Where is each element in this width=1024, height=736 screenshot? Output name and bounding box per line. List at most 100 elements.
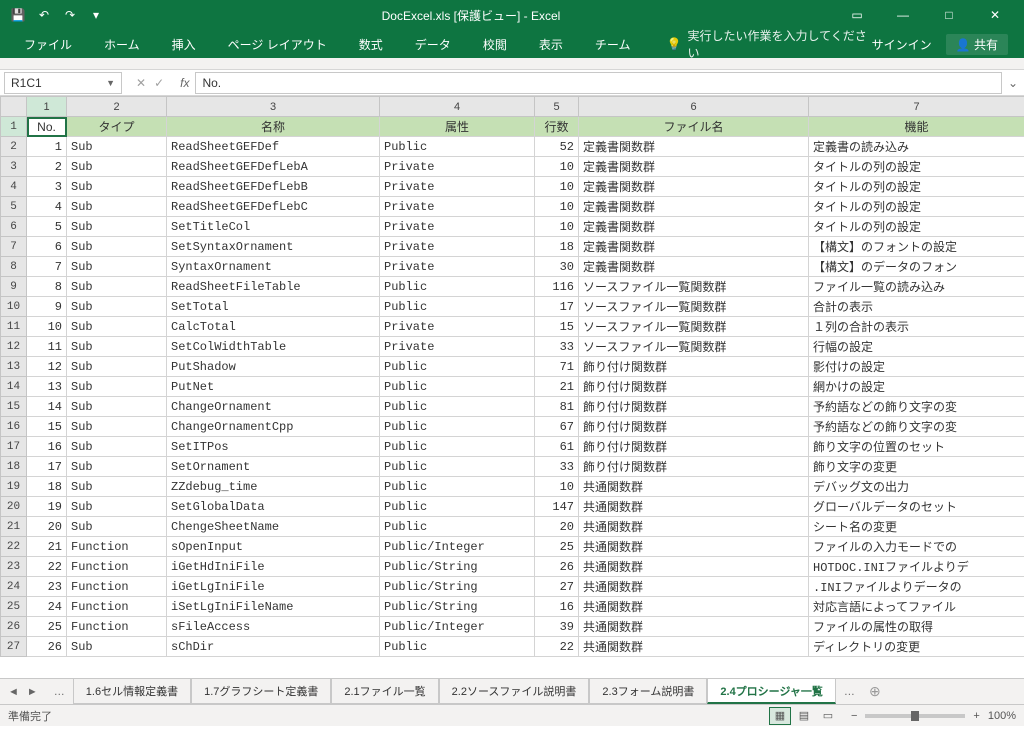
cell[interactable]: Function	[67, 617, 167, 637]
cell[interactable]: 定義書関数群	[579, 237, 809, 257]
cell[interactable]: SetTitleCol	[167, 217, 380, 237]
cell[interactable]: Sub	[67, 157, 167, 177]
cell[interactable]: ソースファイル一覧関数群	[579, 337, 809, 357]
cell[interactable]: 25	[27, 617, 67, 637]
cell[interactable]: タイトルの列の設定	[809, 157, 1024, 177]
cell[interactable]: 【構文】のデータのフォン	[809, 257, 1024, 277]
cell[interactable]: Sub	[67, 257, 167, 277]
view-pagelayout-icon[interactable]: ▤	[793, 707, 815, 725]
cell[interactable]: 影付けの設定	[809, 357, 1024, 377]
ribbon-tab-7[interactable]: 表示	[523, 30, 579, 58]
col-header-3[interactable]: 3	[167, 97, 380, 117]
row-header[interactable]: 3	[1, 157, 27, 177]
cell[interactable]: 定義書関数群	[579, 197, 809, 217]
cancel-formula-icon[interactable]: ✕	[136, 76, 146, 90]
cell[interactable]: Public	[380, 457, 535, 477]
cell[interactable]: ReadSheetGEFDefLebB	[167, 177, 380, 197]
cell[interactable]: タイトルの列の設定	[809, 177, 1024, 197]
cell[interactable]: Sub	[67, 517, 167, 537]
cell[interactable]: 10	[535, 157, 579, 177]
maximize-icon[interactable]: □	[926, 0, 972, 30]
cell[interactable]: SetITPos	[167, 437, 380, 457]
cell[interactable]: ChangeOrnament	[167, 397, 380, 417]
cell[interactable]: 13	[27, 377, 67, 397]
cell[interactable]: 定義書関数群	[579, 157, 809, 177]
cell[interactable]: 網かけの設定	[809, 377, 1024, 397]
row-header[interactable]: 6	[1, 217, 27, 237]
cell[interactable]: 10	[535, 197, 579, 217]
cell[interactable]: Function	[67, 557, 167, 577]
view-normal-icon[interactable]: ▦	[769, 707, 791, 725]
cell[interactable]: Private	[380, 157, 535, 177]
tell-me-box[interactable]: 💡 実行したい作業を入力してください	[646, 27, 871, 61]
cell[interactable]: Private	[380, 337, 535, 357]
cell[interactable]: ZZdebug_time	[167, 477, 380, 497]
cell[interactable]: 22	[535, 637, 579, 657]
cell[interactable]: Public/String	[380, 557, 535, 577]
cell[interactable]: シート名の変更	[809, 517, 1024, 537]
cell[interactable]: Public/Integer	[380, 537, 535, 557]
cell[interactable]: ファイルの属性の取得	[809, 617, 1024, 637]
cell[interactable]: 1	[27, 137, 67, 157]
ribbon-tab-5[interactable]: データ	[399, 30, 467, 58]
cell[interactable]: 23	[27, 577, 67, 597]
cell[interactable]: 61	[535, 437, 579, 457]
cell[interactable]: Public/String	[380, 577, 535, 597]
cell[interactable]: Public	[380, 277, 535, 297]
cell[interactable]: 9	[27, 297, 67, 317]
row-header[interactable]: 12	[1, 337, 27, 357]
cell[interactable]: Sub	[67, 277, 167, 297]
row-header[interactable]: 23	[1, 557, 27, 577]
cell[interactable]: ChengeSheetName	[167, 517, 380, 537]
cell[interactable]: sFileAccess	[167, 617, 380, 637]
cell[interactable]: SetOrnament	[167, 457, 380, 477]
cell[interactable]: 共通関数群	[579, 597, 809, 617]
cell[interactable]: Public	[380, 137, 535, 157]
cell[interactable]: 8	[27, 277, 67, 297]
cell[interactable]: Sub	[67, 377, 167, 397]
cell[interactable]: 7	[27, 257, 67, 277]
cell[interactable]: ReadSheetFileTable	[167, 277, 380, 297]
cell[interactable]: 5	[27, 217, 67, 237]
row-header[interactable]: 20	[1, 497, 27, 517]
row-header[interactable]: 27	[1, 637, 27, 657]
sheet-nav-next-icon[interactable]: ►	[25, 684, 40, 700]
cell[interactable]: 20	[535, 517, 579, 537]
row-header[interactable]: 25	[1, 597, 27, 617]
row-header[interactable]: 13	[1, 357, 27, 377]
fx-icon[interactable]: fx	[174, 76, 195, 90]
cell[interactable]: 飾り付け関数群	[579, 357, 809, 377]
cell[interactable]: Function	[67, 597, 167, 617]
cell[interactable]: HOTDOC.INIファイルよりデ	[809, 557, 1024, 577]
sheet-tab[interactable]: 2.1ファイル一覧	[331, 679, 438, 704]
cell[interactable]: 10	[27, 317, 67, 337]
cell[interactable]: ReadSheetGEFDefLebA	[167, 157, 380, 177]
cell[interactable]: 16	[27, 437, 67, 457]
cell[interactable]: 33	[535, 457, 579, 477]
cell[interactable]: Public	[380, 477, 535, 497]
cell[interactable]: １列の合計の表示	[809, 317, 1024, 337]
cell[interactable]: Function	[67, 577, 167, 597]
cell[interactable]: Private	[380, 217, 535, 237]
row-header[interactable]: 11	[1, 317, 27, 337]
cell[interactable]: Sub	[67, 137, 167, 157]
cell[interactable]: 共通関数群	[579, 637, 809, 657]
cell[interactable]: 27	[535, 577, 579, 597]
cell[interactable]: Sub	[67, 317, 167, 337]
cell[interactable]: 20	[27, 517, 67, 537]
customize-qat-icon[interactable]: ▾	[84, 3, 108, 27]
cell[interactable]: 予約語などの飾り文字の変	[809, 417, 1024, 437]
cell[interactable]: 19	[27, 497, 67, 517]
cell[interactable]: ソースファイル一覧関数群	[579, 297, 809, 317]
cell[interactable]: Sub	[67, 237, 167, 257]
name-box[interactable]: R1C1 ▼	[4, 72, 122, 94]
cell[interactable]: Public	[380, 397, 535, 417]
cell[interactable]: 飾り付け関数群	[579, 417, 809, 437]
cell[interactable]: Sub	[67, 177, 167, 197]
cell[interactable]: 飾り文字の位置のセット	[809, 437, 1024, 457]
expand-formula-icon[interactable]: ⌄	[1002, 76, 1024, 90]
cell[interactable]: 定義書関数群	[579, 257, 809, 277]
cell[interactable]: 10	[535, 177, 579, 197]
table-header-cell[interactable]: 名称	[167, 117, 380, 137]
cell[interactable]: Sub	[67, 297, 167, 317]
